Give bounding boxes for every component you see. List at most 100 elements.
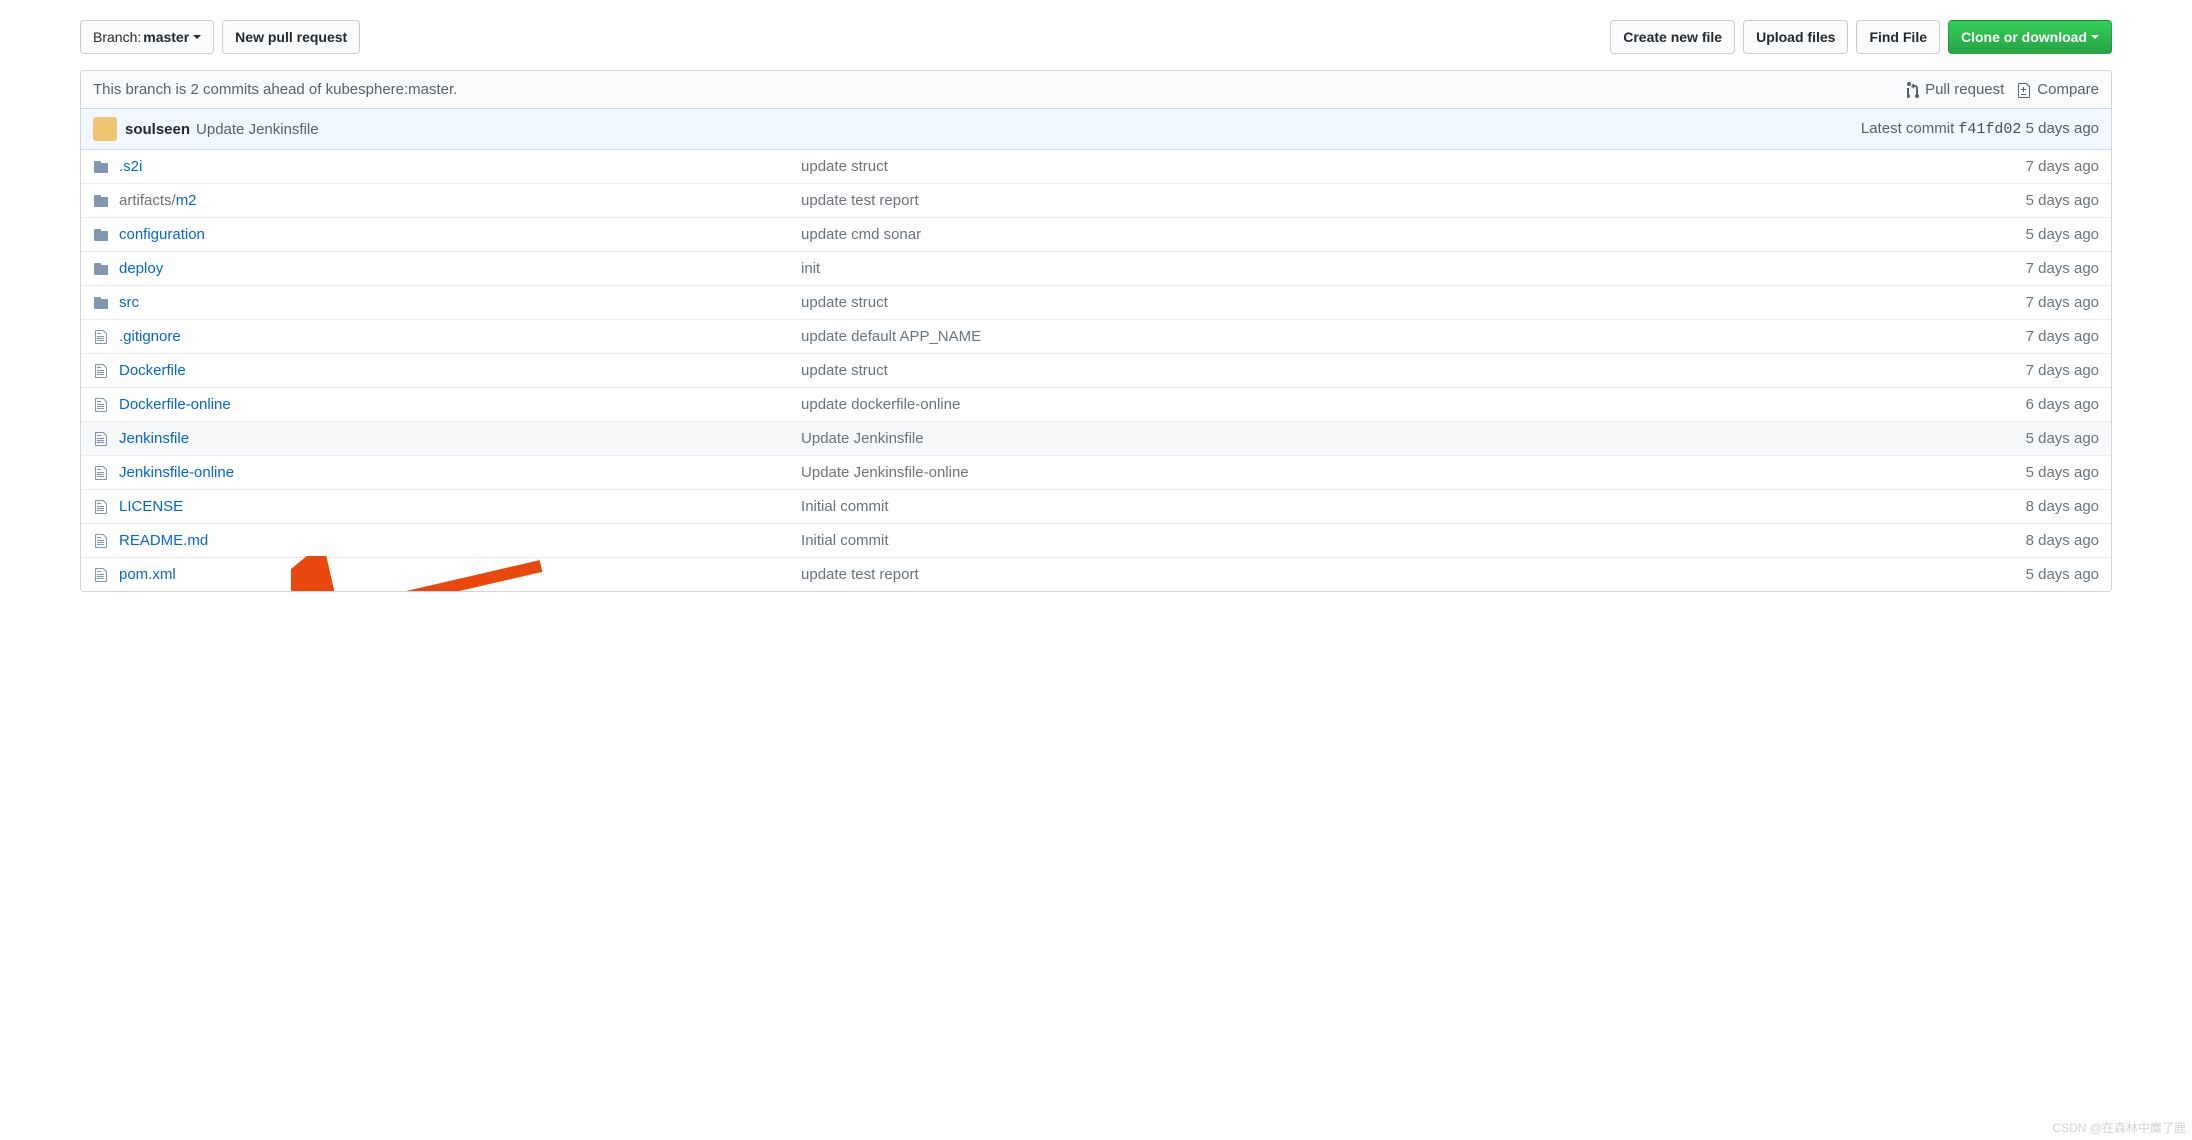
commit-sha[interactable]: f41fd02	[1958, 121, 2021, 138]
pull-request-label: Pull request	[1925, 81, 2004, 98]
file-name: Dockerfile	[119, 362, 801, 379]
file-row: Dockerfile-online update dockerfile-onlin…	[81, 388, 2111, 422]
file-commit-message[interactable]: update dockerfile-online	[801, 396, 1989, 413]
commit-message[interactable]: Update Jenkinsfile	[196, 121, 319, 138]
file-commit-message[interactable]: update default APP_NAME	[801, 328, 1989, 345]
file-icon	[93, 329, 109, 345]
commit-meta: Latest commit f41fd02 5 days ago	[1861, 120, 2099, 138]
caret-down-icon	[2091, 35, 2099, 39]
file-age: 5 days ago	[1989, 226, 2099, 243]
file-link[interactable]: Dockerfile-online	[119, 396, 231, 413]
branch-status-actions: Pull request Compare	[1907, 81, 2099, 98]
file-name: artifacts/m2	[119, 192, 801, 209]
file-commit-message[interactable]: update test report	[801, 192, 1989, 209]
latest-commit-label: Latest commit	[1861, 120, 1954, 137]
diff-icon	[2018, 82, 2031, 98]
compare-link[interactable]: Compare	[2018, 81, 2099, 98]
folder-icon	[93, 159, 109, 175]
file-link[interactable]: src	[119, 294, 139, 311]
compare-label: Compare	[2037, 81, 2099, 98]
file-name: README.md	[119, 532, 801, 549]
file-link[interactable]: Jenkinsfile	[119, 430, 189, 447]
file-row: artifacts/m2update test report5 days ago	[81, 184, 2111, 218]
file-name: src	[119, 294, 801, 311]
file-age: 7 days ago	[1989, 158, 2099, 175]
file-row: Dockerfileupdate struct7 days ago	[81, 354, 2111, 388]
file-commit-message[interactable]: update struct	[801, 158, 1989, 175]
file-link[interactable]: m2	[176, 192, 197, 209]
clone-download-button[interactable]: Clone or download	[1948, 20, 2112, 54]
branch-status-text: This branch is 2 commits ahead of kubesp…	[93, 81, 457, 98]
file-link[interactable]: deploy	[119, 260, 163, 277]
branch-status-bar: This branch is 2 commits ahead of kubesp…	[81, 71, 2111, 109]
file-name: configuration	[119, 226, 801, 243]
file-link[interactable]: Dockerfile	[119, 362, 186, 379]
upload-files-button[interactable]: Upload files	[1743, 20, 1848, 54]
file-name: Jenkinsfile	[119, 430, 801, 447]
avatar[interactable]	[93, 117, 117, 141]
file-row: pom.xml update test report5 days ago	[81, 558, 2111, 591]
file-commit-message[interactable]: update struct	[801, 294, 1989, 311]
file-icon	[93, 465, 109, 481]
file-icon	[93, 431, 109, 447]
new-pull-request-button[interactable]: New pull request	[222, 20, 360, 54]
file-name: Jenkinsfile-online	[119, 464, 801, 481]
file-link[interactable]: .gitignore	[119, 328, 181, 345]
file-commit-message[interactable]: Update Jenkinsfile-online	[801, 464, 1989, 481]
file-row: src update struct7 days ago	[81, 286, 2111, 320]
caret-down-icon	[193, 35, 201, 39]
file-commit-message[interactable]: Initial commit	[801, 532, 1989, 549]
file-link[interactable]: configuration	[119, 226, 205, 243]
file-row: README.mdInitial commit8 days ago	[81, 524, 2111, 558]
file-icon	[93, 363, 109, 379]
repo-toolbar: Branch: master New pull request Create n…	[80, 20, 2112, 54]
folder-icon	[93, 295, 109, 311]
file-age: 5 days ago	[1989, 464, 2099, 481]
file-commit-message[interactable]: update struct	[801, 362, 1989, 379]
file-row: LICENSEInitial commit8 days ago	[81, 490, 2111, 524]
file-name: deploy	[119, 260, 801, 277]
file-age: 5 days ago	[1989, 566, 2099, 583]
pull-request-link[interactable]: Pull request	[1907, 81, 2004, 98]
folder-icon	[93, 193, 109, 209]
branch-select-button[interactable]: Branch: master	[80, 20, 214, 54]
folder-icon	[93, 261, 109, 277]
folder-icon	[93, 227, 109, 243]
file-link[interactable]: README.md	[119, 532, 208, 549]
file-row: JenkinsfileUpdate Jenkinsfile5 days ago	[81, 422, 2111, 456]
file-icon	[93, 533, 109, 549]
file-name: LICENSE	[119, 498, 801, 515]
commit-author[interactable]: soulseen	[125, 121, 190, 138]
file-age: 7 days ago	[1989, 260, 2099, 277]
file-age: 7 days ago	[1989, 328, 2099, 345]
file-commit-message[interactable]: update test report	[801, 566, 1989, 583]
watermark: CSDN @在森林中麋了鹿	[2052, 1119, 2186, 1136]
file-name: pom.xml	[119, 566, 801, 583]
file-commit-message[interactable]: init	[801, 260, 1989, 277]
toolbar-left: Branch: master New pull request	[80, 20, 360, 54]
file-icon	[93, 567, 109, 583]
file-age: 7 days ago	[1989, 294, 2099, 311]
file-name: Dockerfile-online	[119, 396, 801, 413]
file-commit-message[interactable]: update cmd sonar	[801, 226, 1989, 243]
file-link[interactable]: Jenkinsfile-online	[119, 464, 234, 481]
file-commit-message[interactable]: Update Jenkinsfile	[801, 430, 1989, 447]
file-link[interactable]: LICENSE	[119, 498, 183, 515]
commit-age: 5 days ago	[2026, 120, 2099, 137]
file-table: .s2iupdate struct7 days agoartifacts/m2u…	[81, 150, 2111, 591]
clone-label: Clone or download	[1961, 27, 2087, 47]
file-name: .s2i	[119, 158, 801, 175]
file-link[interactable]: .s2i	[119, 158, 142, 175]
create-new-file-button[interactable]: Create new file	[1610, 20, 1735, 54]
toolbar-right: Create new file Upload files Find File C…	[1610, 20, 2112, 54]
file-link[interactable]: pom.xml	[119, 566, 176, 583]
file-row: Jenkinsfile-online Update Jenkinsfile-onl…	[81, 456, 2111, 490]
path-prefix: artifacts/	[119, 192, 176, 209]
file-name: .gitignore	[119, 328, 801, 345]
file-commit-message[interactable]: Initial commit	[801, 498, 1989, 515]
find-file-button[interactable]: Find File	[1856, 20, 1940, 54]
branch-name: master	[143, 27, 189, 47]
file-icon	[93, 397, 109, 413]
file-age: 6 days ago	[1989, 396, 2099, 413]
file-age: 5 days ago	[1989, 192, 2099, 209]
